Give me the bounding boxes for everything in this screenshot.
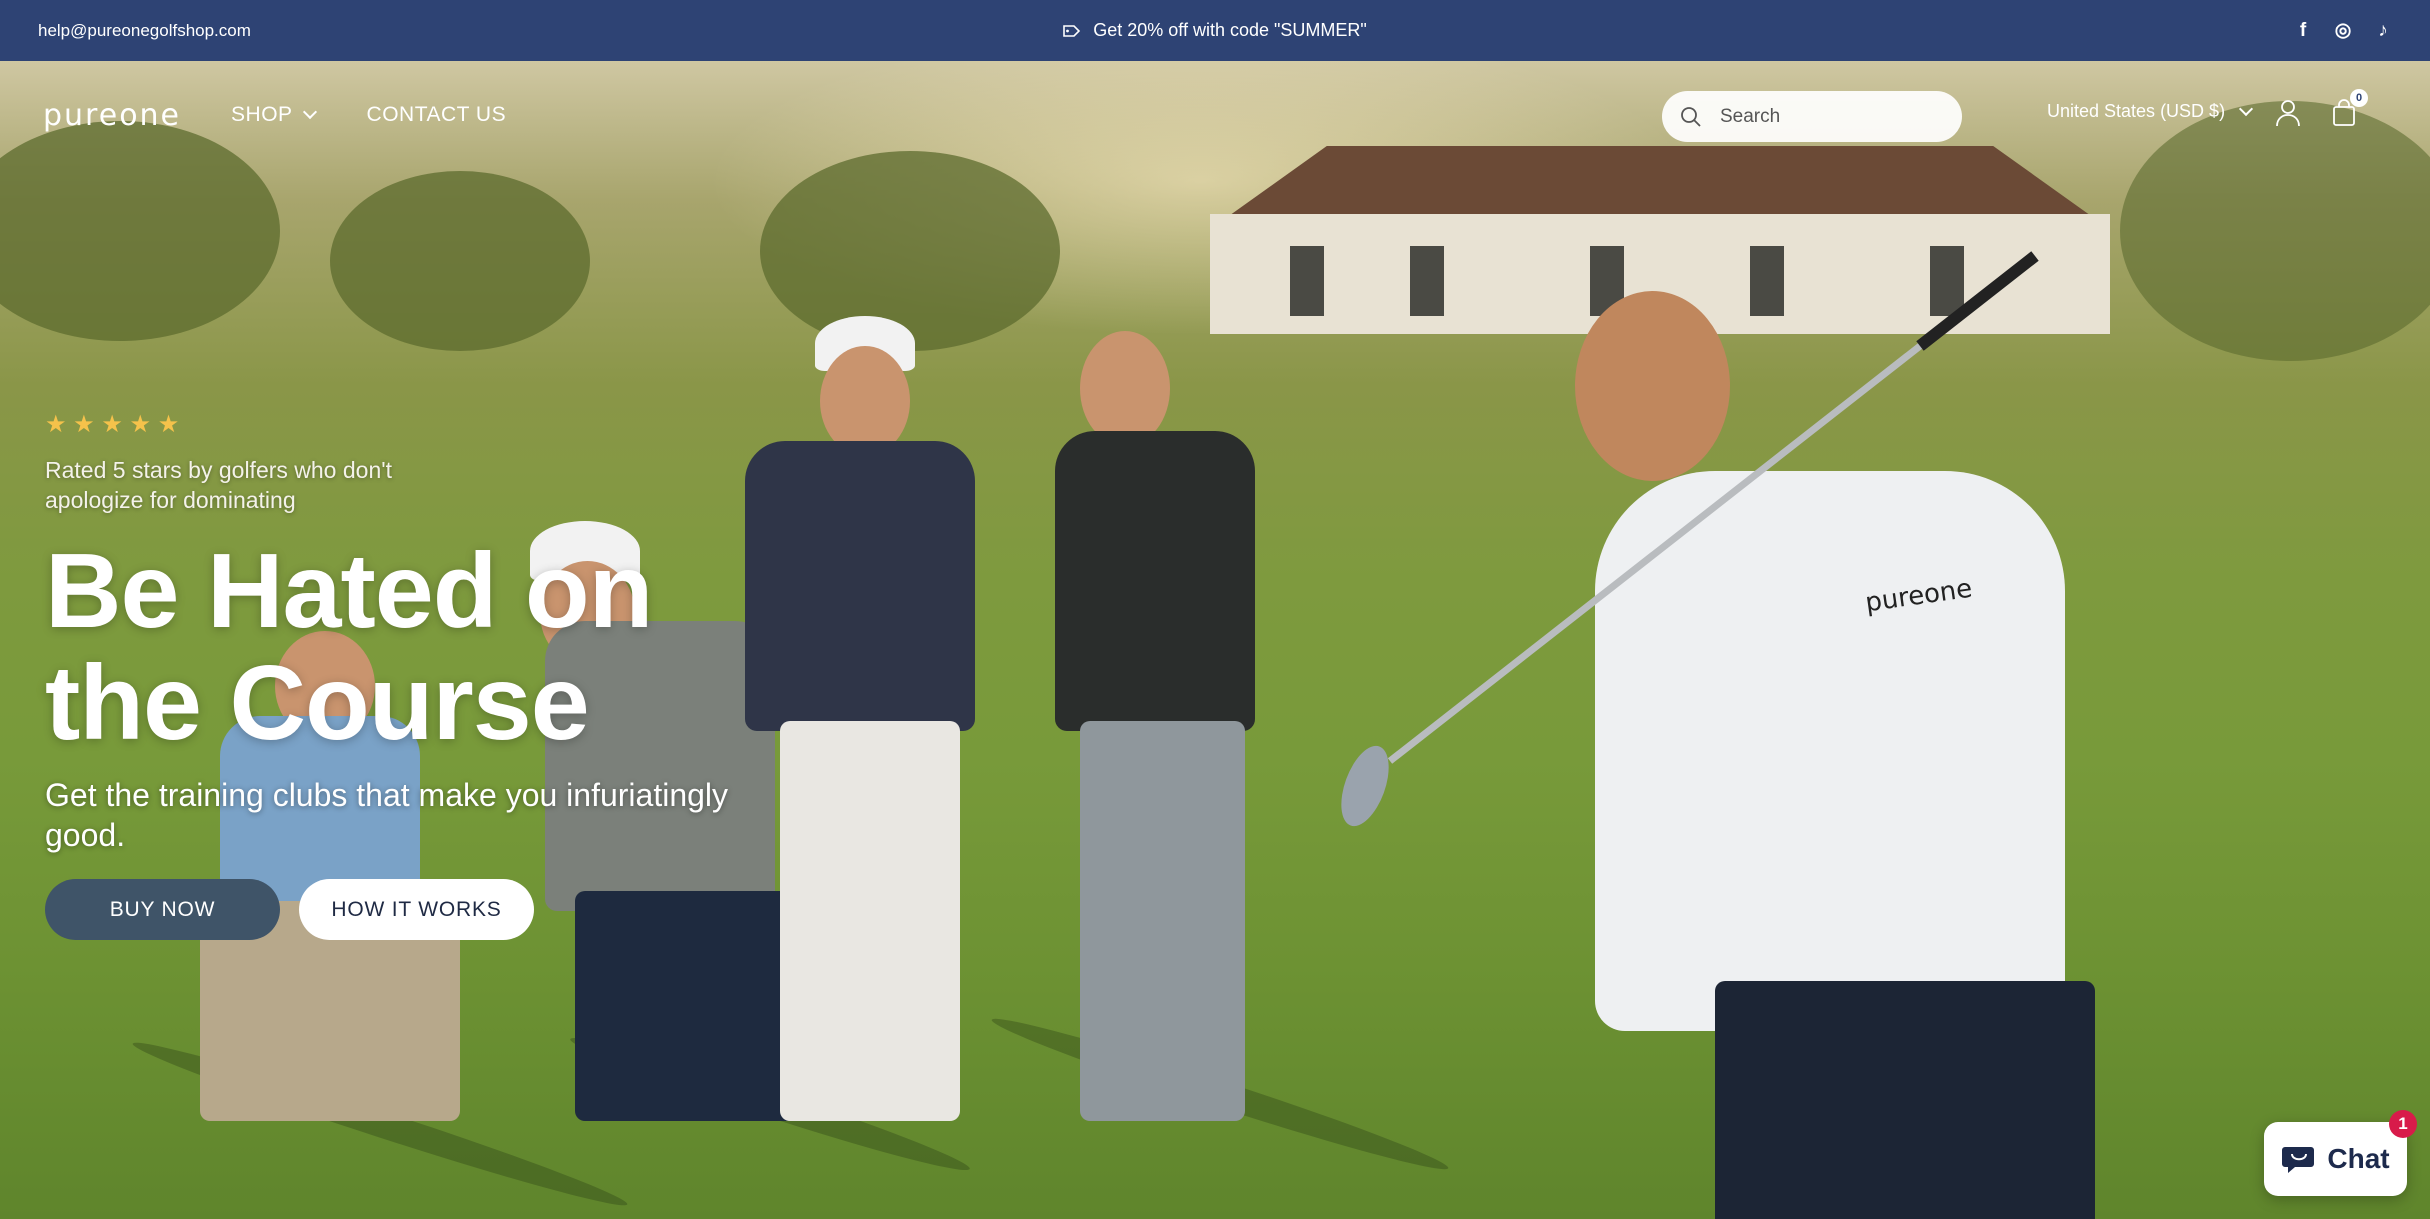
promo-message: Get 20% off with code "SUMMER" <box>0 20 2430 41</box>
chevron-down-icon <box>302 104 317 120</box>
search-bar[interactable] <box>1662 91 1962 142</box>
golf-club <box>1341 251 2039 827</box>
search-input[interactable] <box>1720 105 1940 128</box>
cart-count-badge: 0 <box>2350 89 2368 107</box>
hero-buttons: BUY NOW HOW IT WORKS <box>45 879 745 940</box>
nav-shop[interactable]: SHOP <box>231 103 317 127</box>
rating-text: Rated 5 stars by golfers who don't apolo… <box>45 457 393 513</box>
background-tree <box>760 151 1060 351</box>
hero-subheadline: Get the training clubs that make you inf… <box>45 777 729 853</box>
chat-label: Chat <box>2327 1143 2390 1174</box>
tag-icon <box>1063 24 1081 37</box>
support-email[interactable]: help@pureonegolfshop.com <box>38 21 251 41</box>
instagram-icon[interactable]: ◎ <box>2334 19 2352 42</box>
country-selector[interactable]: United States (USD $) <box>2047 101 2254 122</box>
account-button[interactable] <box>2275 99 2301 132</box>
buy-now-button[interactable]: BUY NOW <box>45 879 280 940</box>
search-icon <box>1681 106 1701 127</box>
nav-shop-label: SHOP <box>231 103 293 126</box>
hero-headline: Be Hated on the Course <box>45 532 653 762</box>
social-links: f ◎ ♪ <box>2294 19 2392 42</box>
chat-notification-badge: 1 <box>2389 1110 2417 1138</box>
nav-contact-label: CONTACT US <box>366 103 507 126</box>
background-tree <box>330 171 590 351</box>
chat-widget-button[interactable]: Chat 1 <box>2264 1110 2417 1196</box>
promo-text: Get 20% off with code "SUMMER" <box>1093 20 1367 40</box>
hero-content: ★ ★ ★ ★ ★ Rated 5 stars by golfers who d… <box>45 410 745 940</box>
chat-bubble-icon <box>2282 1147 2315 1173</box>
announcement-bar: help@pureonegolfshop.com Get 20% off wit… <box>0 0 2430 61</box>
country-label: United States (USD $) <box>2047 101 2226 121</box>
main-nav: SHOP CONTACT US <box>231 103 506 127</box>
nav-contact-us[interactable]: CONTACT US <box>367 103 507 127</box>
chevron-down-icon <box>2239 101 2254 116</box>
user-icon <box>2276 100 2300 127</box>
how-it-works-button[interactable]: HOW IT WORKS <box>299 879 534 940</box>
star-rating: ★ ★ ★ ★ ★ <box>45 411 180 438</box>
facebook-icon[interactable]: f <box>2294 20 2312 42</box>
site-header: pureone SHOP CONTACT US United States (U… <box>0 61 2430 169</box>
brand-logo[interactable]: pureone <box>43 98 181 133</box>
cart-button[interactable]: 0 <box>2332 89 2368 132</box>
tiktok-icon[interactable]: ♪ <box>2374 20 2392 42</box>
